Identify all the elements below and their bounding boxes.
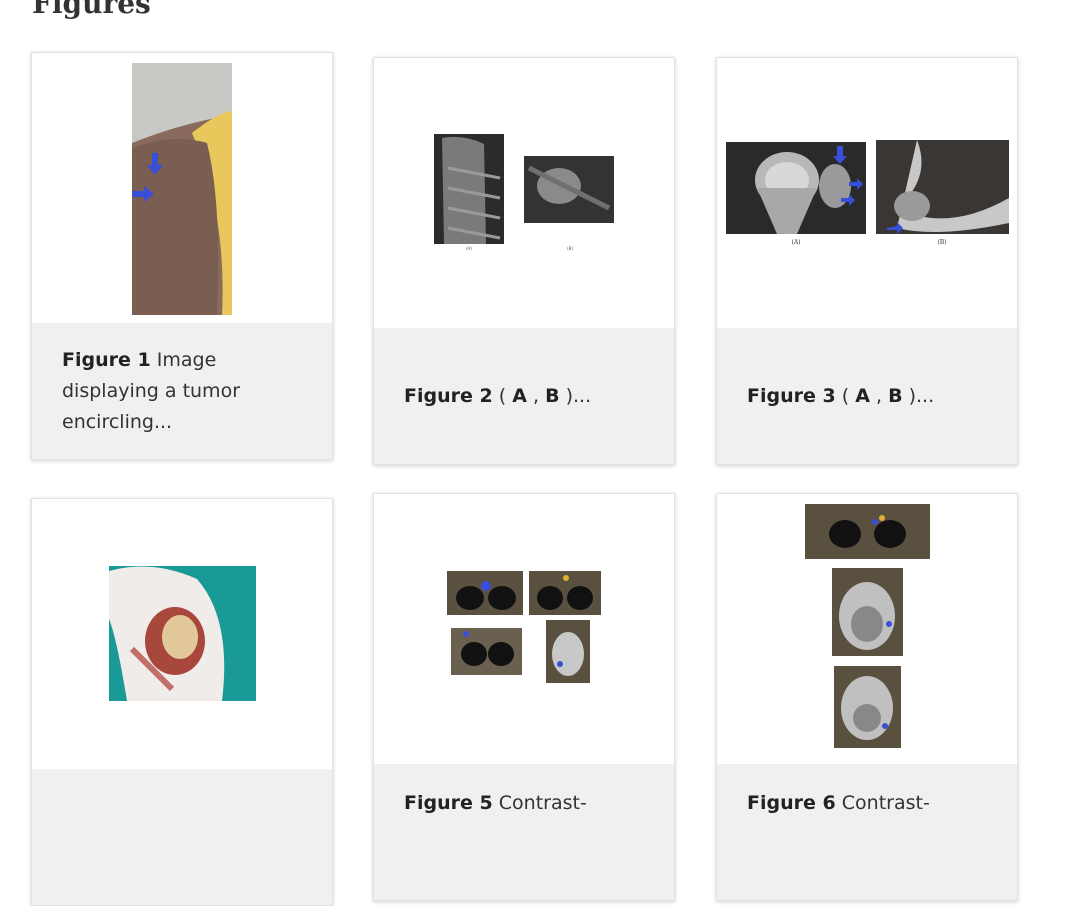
figure-4-caption bbox=[32, 769, 332, 905]
figure-label: Figure 2 bbox=[404, 384, 493, 407]
caption-sep: , bbox=[526, 384, 546, 407]
figure-card-4[interactable] bbox=[31, 498, 333, 906]
svg-text:(A): (A) bbox=[466, 246, 472, 251]
panel-b-label: B bbox=[545, 384, 560, 407]
figure-3-caption: Figure 3 ( A , B )... bbox=[717, 328, 1017, 464]
figure-card-3[interactable]: (A) (B) Figure 3 ( A , B )... bbox=[716, 57, 1018, 465]
caption-sep: , bbox=[869, 384, 889, 407]
caption-text-end: )... bbox=[902, 384, 935, 407]
figure-label: Figure 1 bbox=[62, 348, 151, 371]
figure-6-caption: Figure 6 Contrast- bbox=[717, 764, 1017, 900]
figure-6-thumbnail[interactable] bbox=[717, 494, 1017, 764]
figure-3-thumbnail[interactable]: (A) (B) bbox=[717, 58, 1017, 328]
figure-1-caption: Figure 1 Image displaying a tumor encirc… bbox=[32, 323, 332, 459]
figure-card-5[interactable]: Figure 5 Contrast- bbox=[373, 493, 675, 901]
figure-1-thumbnail[interactable] bbox=[32, 53, 332, 323]
figure-card-6[interactable]: Figure 6 Contrast- bbox=[716, 493, 1018, 901]
panel-b-label: B bbox=[888, 384, 903, 407]
figure-2-thumbnail[interactable]: (A) (B) bbox=[374, 58, 674, 328]
svg-text:(B): (B) bbox=[567, 246, 573, 251]
figure-5-caption: Figure 5 Contrast- bbox=[374, 764, 674, 900]
panel-a-label: A bbox=[512, 384, 527, 407]
panel-a-label: A bbox=[855, 384, 870, 407]
figure-card-2[interactable]: (A) (B) Figure 2 ( A , B )... bbox=[373, 57, 675, 465]
figure-card-1[interactable]: Figure 1 Image displaying a tumor encirc… bbox=[31, 52, 333, 460]
caption-text: ( bbox=[835, 384, 856, 407]
figure-4-thumbnail[interactable] bbox=[32, 499, 332, 769]
figure-2-caption: Figure 2 ( A , B )... bbox=[374, 328, 674, 464]
caption-text: ( bbox=[492, 384, 513, 407]
caption-text-end: )... bbox=[559, 384, 592, 407]
figure-5-thumbnail[interactable] bbox=[374, 494, 674, 764]
figure-label: Figure 3 bbox=[747, 384, 836, 407]
svg-text:(B): (B) bbox=[937, 239, 946, 246]
svg-text:(A): (A) bbox=[791, 239, 800, 246]
section-title: Figures bbox=[32, 0, 151, 20]
